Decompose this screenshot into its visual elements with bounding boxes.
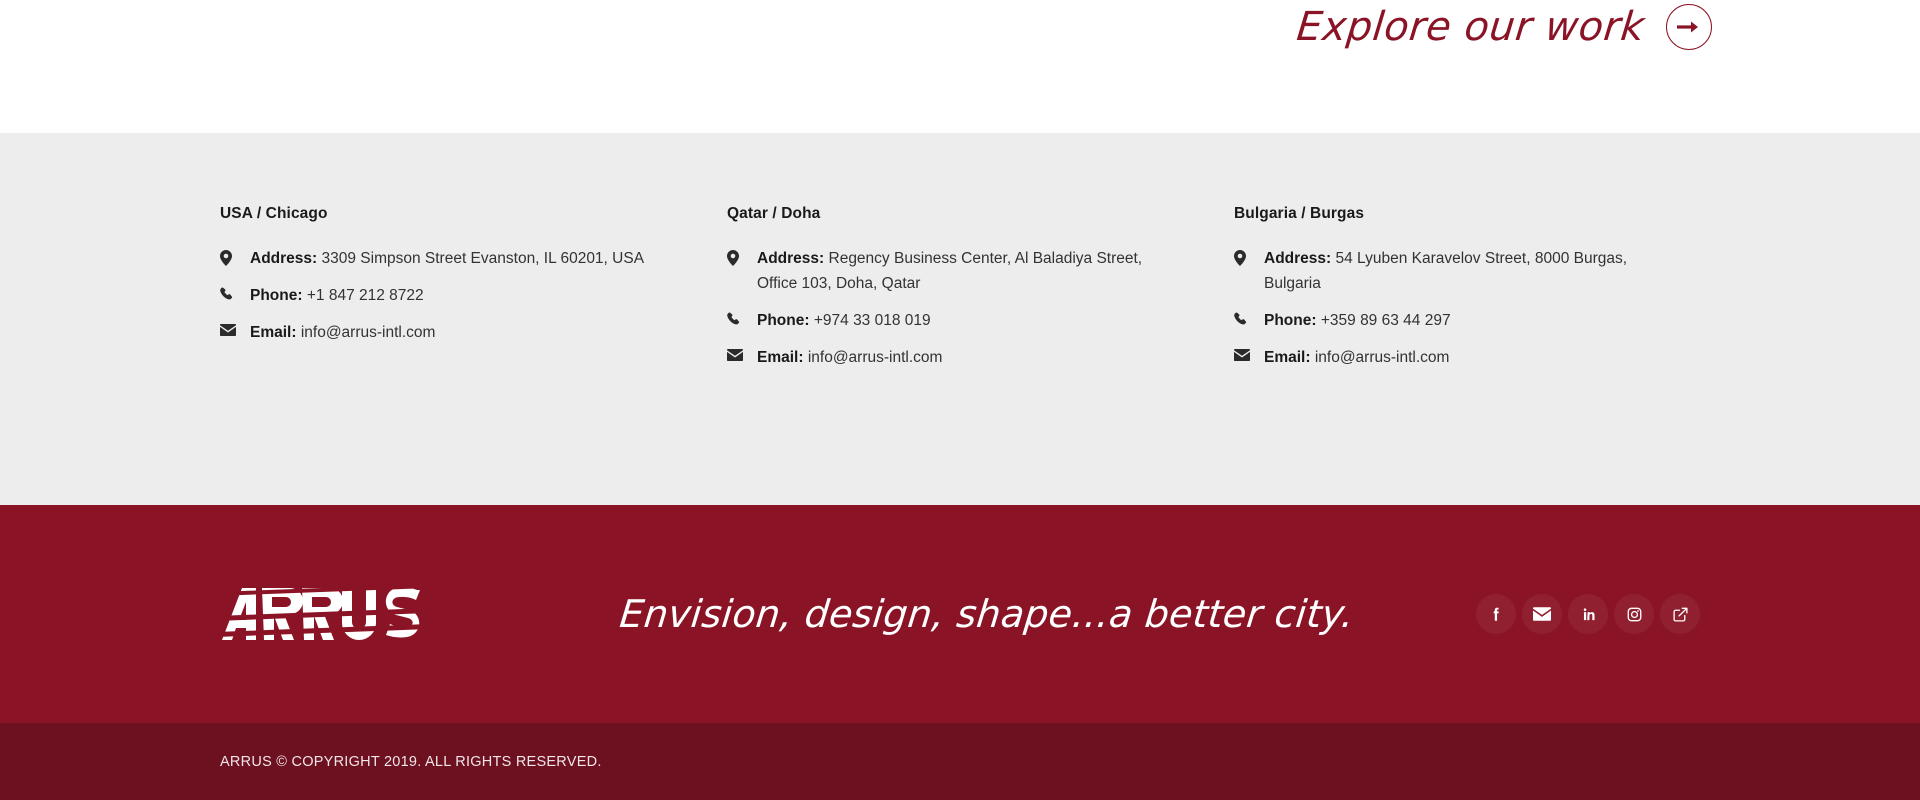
footer-main: Envision, design, shape...a better city.: [0, 505, 1920, 723]
email-label: Email:: [1264, 349, 1311, 367]
phone-row: Phone: +1 847 212 8722: [220, 283, 727, 308]
phone-icon: [220, 283, 250, 301]
footer-tagline: Envision, design, shape...a better city.: [617, 592, 1357, 636]
phone-text: Phone: +1 847 212 8722: [250, 283, 424, 308]
email-text: Email: info@arrus-intl.com: [757, 345, 942, 370]
phone-icon: [1234, 308, 1264, 326]
linkedin-icon[interactable]: [1568, 594, 1608, 634]
contact-column-title: Bulgaria / Burgas: [1234, 205, 1365, 222]
top-band: Explore our work: [0, 0, 1920, 133]
phone-row: Phone: +974 33 018 019: [727, 308, 1234, 333]
explore-our-work-link[interactable]: Explore our work: [1294, 4, 1712, 50]
instagram-icon[interactable]: [1614, 594, 1654, 634]
location-pin-icon: [1234, 246, 1264, 266]
phone-value: +359 89 63 44 297: [1320, 312, 1451, 330]
email-row: Email: info@arrus-intl.com: [1234, 345, 1669, 370]
email-text: Email: info@arrus-intl.com: [1264, 345, 1449, 370]
email-value[interactable]: info@arrus-intl.com: [1315, 349, 1450, 366]
email-label: Email:: [250, 324, 297, 342]
phone-row: Phone: +359 89 63 44 297: [1234, 308, 1669, 333]
envelope-icon: [727, 345, 757, 362]
contact-column-usa-chicago: USA / Chicago Address: 3309 Simpson Stre…: [220, 133, 727, 505]
footer-inner: Envision, design, shape...a better city.: [220, 505, 1700, 723]
address-label: Address:: [1264, 250, 1332, 267]
phone-value: +1 847 212 8722: [306, 287, 424, 305]
location-pin-icon: [220, 246, 250, 266]
envelope-icon: [1234, 345, 1264, 362]
contact-column-title: USA / Chicago: [220, 205, 328, 222]
phone-text: Phone: +359 89 63 44 297: [1264, 308, 1451, 333]
address-text: Address: 54 Lyuben Karavelov Street, 800…: [1264, 246, 1669, 296]
phone-text: Phone: +974 33 018 019: [757, 308, 931, 333]
email-value[interactable]: info@arrus-intl.com: [808, 349, 943, 366]
address-label: Address:: [250, 250, 318, 267]
phone-value: +974 33 018 019: [813, 312, 931, 330]
copyright-text: ARRUS © COPYRIGHT 2019. ALL RIGHTS RESER…: [220, 753, 602, 770]
explore-our-work-label: Explore our work: [1294, 4, 1647, 50]
arrus-logo[interactable]: [220, 586, 470, 642]
envelope-icon: [220, 320, 250, 337]
phone-label: Phone:: [1264, 312, 1317, 330]
facebook-icon[interactable]: [1476, 594, 1516, 634]
address-text: Address: Regency Business Center, Al Bal…: [757, 246, 1162, 296]
contact-section: USA / Chicago Address: 3309 Simpson Stre…: [0, 133, 1920, 505]
email-text: Email: info@arrus-intl.com: [250, 320, 435, 345]
address-text: Address: 3309 Simpson Street Evanston, I…: [250, 246, 644, 271]
phone-icon: [727, 308, 757, 326]
contact-column-bulgaria-burgas: Bulgaria / Burgas Address: 54 Lyuben Kar…: [1234, 133, 1669, 505]
phone-label: Phone:: [757, 312, 810, 330]
email-value[interactable]: info@arrus-intl.com: [301, 324, 436, 341]
address-row: Address: 3309 Simpson Street Evanston, I…: [220, 246, 727, 271]
external-link-icon[interactable]: [1660, 594, 1700, 634]
address-row: Address: 54 Lyuben Karavelov Street, 800…: [1234, 246, 1669, 296]
copyright-bar: ARRUS © COPYRIGHT 2019. ALL RIGHTS RESER…: [0, 723, 1920, 800]
location-pin-icon: [727, 246, 757, 266]
social-links: [1476, 594, 1700, 634]
envelope-icon[interactable]: [1522, 594, 1562, 634]
email-label: Email:: [757, 349, 804, 367]
contact-column-title: Qatar / Doha: [727, 205, 821, 222]
address-label: Address:: [757, 250, 825, 267]
contact-column-qatar-doha: Qatar / Doha Address: Regency Business C…: [727, 133, 1234, 505]
phone-label: Phone:: [250, 287, 303, 305]
address-value: 3309 Simpson Street Evanston, IL 60201, …: [321, 250, 645, 267]
email-row: Email: info@arrus-intl.com: [220, 320, 727, 345]
email-row: Email: info@arrus-intl.com: [727, 345, 1234, 370]
arrow-right-icon[interactable]: [1666, 4, 1712, 50]
address-row: Address: Regency Business Center, Al Bal…: [727, 246, 1234, 296]
contact-columns: USA / Chicago Address: 3309 Simpson Stre…: [220, 133, 1760, 505]
